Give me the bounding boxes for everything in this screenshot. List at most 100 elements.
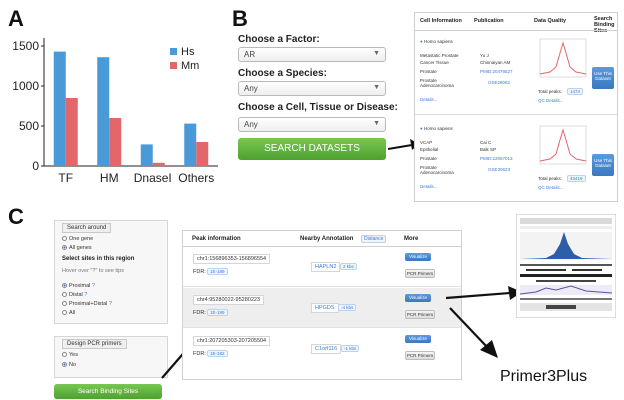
col-header-cell-info: Cell Information <box>420 18 462 24</box>
cell-select[interactable]: Any ▼ <box>238 117 386 132</box>
bar-mm <box>152 162 165 166</box>
legend-label: Mm <box>181 60 199 72</box>
legend-swatch <box>170 48 177 55</box>
fdr-label: FDR: <box>193 310 206 316</box>
species-select[interactable]: Any ▼ <box>238 81 386 96</box>
pcr-primers-button[interactable]: PCR Primers <box>405 351 435 360</box>
factor-select[interactable]: AR ▼ <box>238 47 386 62</box>
x-category-label: TF <box>58 171 73 185</box>
col-header-publication: Publication <box>474 18 504 24</box>
peak-profile-plot <box>539 38 587 78</box>
species-cell: ● Homo sapiens <box>420 126 453 131</box>
pmid-link[interactable]: PMID:22057013 <box>480 156 513 161</box>
help-icon[interactable]: ? <box>92 283 95 289</box>
visualize-button[interactable]: Visualize <box>405 294 431 302</box>
genome-browser-image <box>516 214 616 318</box>
distance-badge: 2 kbs <box>340 263 357 270</box>
radio-icon <box>62 292 67 298</box>
factor-label: Choose a Factor: <box>238 34 320 45</box>
fdr-value: 1E-189 <box>207 268 228 275</box>
details-link[interactable]: Details... <box>420 184 438 189</box>
distance-badge: -4 kbs <box>338 304 357 311</box>
qc-details-link[interactable]: QC Details... <box>538 185 564 190</box>
col-header-peak-info: Peak information <box>192 236 241 242</box>
distance-badge: -1 kbs <box>341 345 360 352</box>
locus-cell: chr1:207205303-207205504 <box>193 336 271 346</box>
gse-link[interactable]: GSE30623 <box>488 167 510 172</box>
x-category-label: DnaseI <box>134 171 172 185</box>
gse-link[interactable]: GSE28062 <box>488 80 510 85</box>
visualize-button[interactable]: Visualize <box>405 253 431 261</box>
cell-key-2: Cancer Tissue <box>420 60 449 65</box>
x-category-label: Others <box>178 171 214 185</box>
peak-profile-plot <box>539 125 587 165</box>
species-text: Homo sapiens <box>423 126 453 131</box>
use-dataset-button[interactable]: Use This Dataset <box>592 67 614 89</box>
arrow-icon <box>449 307 498 358</box>
panel-label-b: B <box>232 6 248 31</box>
factor-select-value: AR <box>244 50 256 59</box>
y-tick-label: 1000 <box>12 79 39 93</box>
gene-link[interactable]: C1orf116 <box>311 344 342 354</box>
species-label: Choose a Species: <box>238 68 327 79</box>
bar-hs <box>53 51 66 166</box>
radio-icon <box>62 362 67 368</box>
details-link[interactable]: Details... <box>420 97 438 102</box>
total-peaks-badge: 43419 <box>567 175 586 182</box>
human-icon: ● <box>420 39 423 44</box>
distal-option[interactable]: Distal ? <box>62 292 87 298</box>
cell-key-3: Prostate <box>420 156 437 161</box>
all-genes-label: All genes <box>69 245 92 251</box>
cell-key-1: VCAP <box>420 140 433 145</box>
visualize-button[interactable]: Visualize <box>405 335 431 343</box>
gene-link[interactable]: HAPLN2 <box>311 262 341 272</box>
cell-label: Choose a Cell, Tissue or Disease: <box>238 102 398 113</box>
y-tick-label: 1500 <box>12 39 39 53</box>
chevron-down-icon: ▼ <box>373 84 380 91</box>
proximal-distal-option[interactable]: Proximal+Distal ? <box>62 301 112 307</box>
author-2: Balk SP <box>480 147 497 152</box>
fdr-value: 1E-189 <box>207 309 228 316</box>
pmid-link[interactable]: PMID:20478527 <box>480 69 513 74</box>
col-header-distance[interactable]: Distance <box>361 235 387 243</box>
primers-yes-option[interactable]: Yes <box>62 352 78 358</box>
one-gene-label: One gene <box>69 236 94 242</box>
table-row: ● Homo sapiens VCAP Cai C Epithelial Bal… <box>414 116 618 200</box>
table-row: chr1:207205303-207205504 FDR: 1E-182 C1o… <box>183 329 461 373</box>
search-datasets-button[interactable]: SEARCH DATASETS <box>238 138 386 160</box>
search-binding-sites-button[interactable]: Search Binding Sites <box>54 384 162 399</box>
gene-link[interactable]: HPGDS <box>311 303 339 313</box>
legend-swatch <box>170 62 177 69</box>
cell-key-4: Prostate Adenocarcinoma <box>420 78 454 88</box>
design-primers-title: Design PCR primers <box>62 339 127 349</box>
primers-no-option[interactable]: No <box>62 362 76 368</box>
primer3plus-label: Primer3Plus <box>500 368 588 385</box>
proximal-option[interactable]: Proximal ? <box>62 283 95 289</box>
radio-icon <box>62 245 67 251</box>
cell-select-value: Any <box>244 120 258 129</box>
author-2: Chinnaiyan AM <box>480 60 511 65</box>
pcr-primers-button[interactable]: PCR Primers <box>405 269 435 278</box>
table-row: chr1:156896353-156896554 FDR: 1E-189 HAP… <box>183 247 461 287</box>
cell-key-3: Prostate <box>420 69 437 74</box>
all-option[interactable]: All <box>62 310 75 316</box>
bar-hs <box>140 144 153 166</box>
y-tick-label: 500 <box>19 119 39 133</box>
help-icon[interactable]: ? <box>109 301 112 307</box>
help-icon[interactable]: ? <box>84 292 87 298</box>
one-gene-option[interactable]: One gene <box>62 236 93 242</box>
author-1: Yu J <box>480 53 489 58</box>
radio-icon <box>62 352 67 358</box>
search-around-title: Search around <box>62 223 112 233</box>
col-header-annotation: Nearby Annotation <box>300 236 354 242</box>
all-genes-option[interactable]: All genes <box>62 245 92 251</box>
qc-details-link[interactable]: QC Details... <box>538 98 564 103</box>
proximal-label: Proximal <box>69 283 91 289</box>
cell-key-4: Prostate Adenocarcinoma <box>420 165 454 175</box>
bar-mm <box>65 98 78 166</box>
pcr-primers-button[interactable]: PCR Primers <box>405 310 435 319</box>
col-header-data-quality: Data Quality <box>534 18 567 24</box>
table-row: ● Homo sapiens Metastatic Prostate Yu J … <box>414 31 618 115</box>
radio-icon <box>62 301 67 307</box>
use-dataset-button[interactable]: Use This Dataset <box>592 154 614 176</box>
